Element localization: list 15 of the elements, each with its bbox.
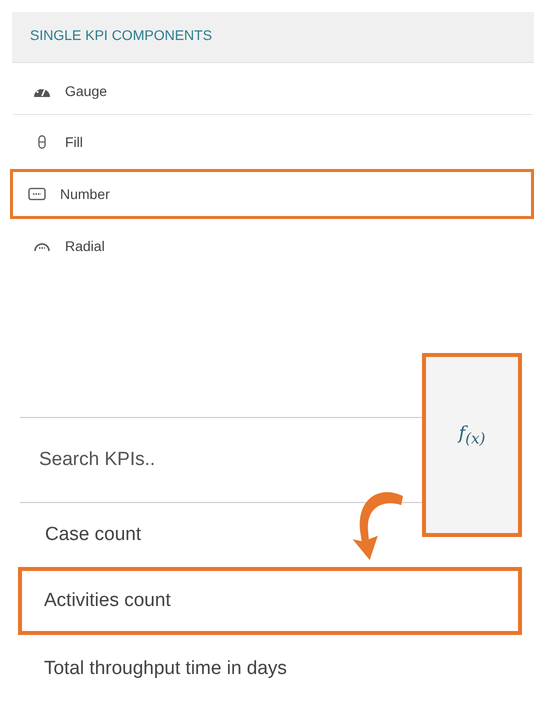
kpi-item[interactable]: Activities count <box>18 567 522 635</box>
kpi-item[interactable]: Case count <box>16 503 422 567</box>
component-label: Fill <box>65 134 83 150</box>
component-item[interactable]: Radial <box>12 221 534 271</box>
number-box-icon <box>28 187 46 201</box>
component-label: Number <box>60 186 110 202</box>
section-header: SINGLE KPI COMPONENTS <box>12 12 534 63</box>
component-item[interactable]: Number <box>10 169 534 219</box>
component-item[interactable]: Gauge <box>12 65 534 115</box>
kpi-item[interactable]: Total throughput time in days <box>18 635 522 703</box>
component-label: Gauge <box>65 83 108 99</box>
component-item[interactable]: Fill <box>12 117 534 167</box>
formula-button[interactable]: f$_{(x)}$ <box>422 353 522 537</box>
search-field[interactable]: Search KPIs.. <box>20 417 422 503</box>
component-label: Radial <box>65 238 105 254</box>
